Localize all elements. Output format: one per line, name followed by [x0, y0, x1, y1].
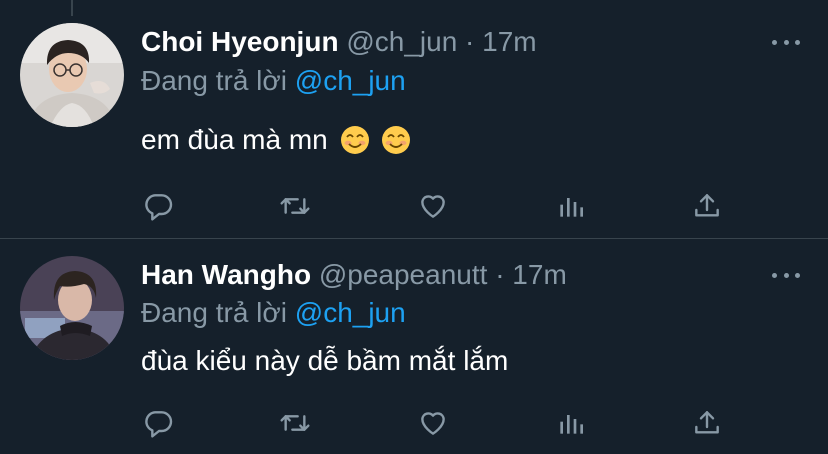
- timestamp[interactable]: 17m: [512, 259, 566, 290]
- display-name[interactable]: Choi Hyeonjun: [141, 26, 339, 57]
- tweet[interactable]: Han Wangho @peapeanutt · 17m Đang trả lờ…: [0, 239, 828, 454]
- separator: ·: [495, 259, 505, 290]
- like-icon[interactable]: [415, 188, 451, 224]
- reply-icon[interactable]: [141, 405, 177, 441]
- user-handle[interactable]: @ch_jun: [346, 26, 457, 57]
- tweet-header: Choi Hyeonjun @ch_jun · 17m: [141, 26, 537, 58]
- reply-icon[interactable]: [141, 188, 177, 224]
- reply-prefix: Đang trả lời: [141, 297, 287, 328]
- user-handle[interactable]: @peapeanutt: [319, 259, 488, 290]
- analytics-icon[interactable]: [553, 405, 589, 441]
- avatar[interactable]: [20, 23, 124, 127]
- reply-context: Đang trả lời @ch_jun: [141, 297, 406, 329]
- tweet-actions: [141, 405, 731, 441]
- smiling-face-icon: [340, 126, 369, 154]
- reply-mention-link[interactable]: @ch_jun: [295, 297, 406, 328]
- retweet-icon[interactable]: [277, 188, 313, 224]
- separator: ·: [465, 26, 475, 57]
- tweet-text: đùa kiểu này dễ bầm mắt lắm: [141, 345, 508, 377]
- tweet[interactable]: Choi Hyeonjun @ch_jun · 17m Đang trả lời…: [0, 0, 828, 239]
- more-options-icon[interactable]: [772, 271, 800, 279]
- timestamp[interactable]: 17m: [482, 26, 536, 57]
- reply-mention-link[interactable]: @ch_jun: [295, 65, 406, 96]
- tweet-text-content: em đùa mà mn: [141, 124, 328, 155]
- retweet-icon[interactable]: [277, 405, 313, 441]
- share-icon[interactable]: [689, 405, 725, 441]
- reply-prefix: Đang trả lời: [141, 65, 287, 96]
- tweet-actions: [141, 188, 731, 224]
- reply-context: Đang trả lời @ch_jun: [141, 65, 406, 97]
- display-name[interactable]: Han Wangho: [141, 259, 311, 290]
- like-icon[interactable]: [415, 405, 451, 441]
- avatar[interactable]: [20, 256, 124, 360]
- more-options-icon[interactable]: [772, 38, 800, 46]
- smiling-face-icon: [382, 126, 411, 154]
- analytics-icon[interactable]: [553, 188, 589, 224]
- tweet-text-content: đùa kiểu này dễ bầm mắt lắm: [141, 345, 509, 376]
- tweet-text: em đùa mà mn: [141, 124, 411, 156]
- tweet-header: Han Wangho @peapeanutt · 17m: [141, 259, 567, 291]
- share-icon[interactable]: [689, 188, 725, 224]
